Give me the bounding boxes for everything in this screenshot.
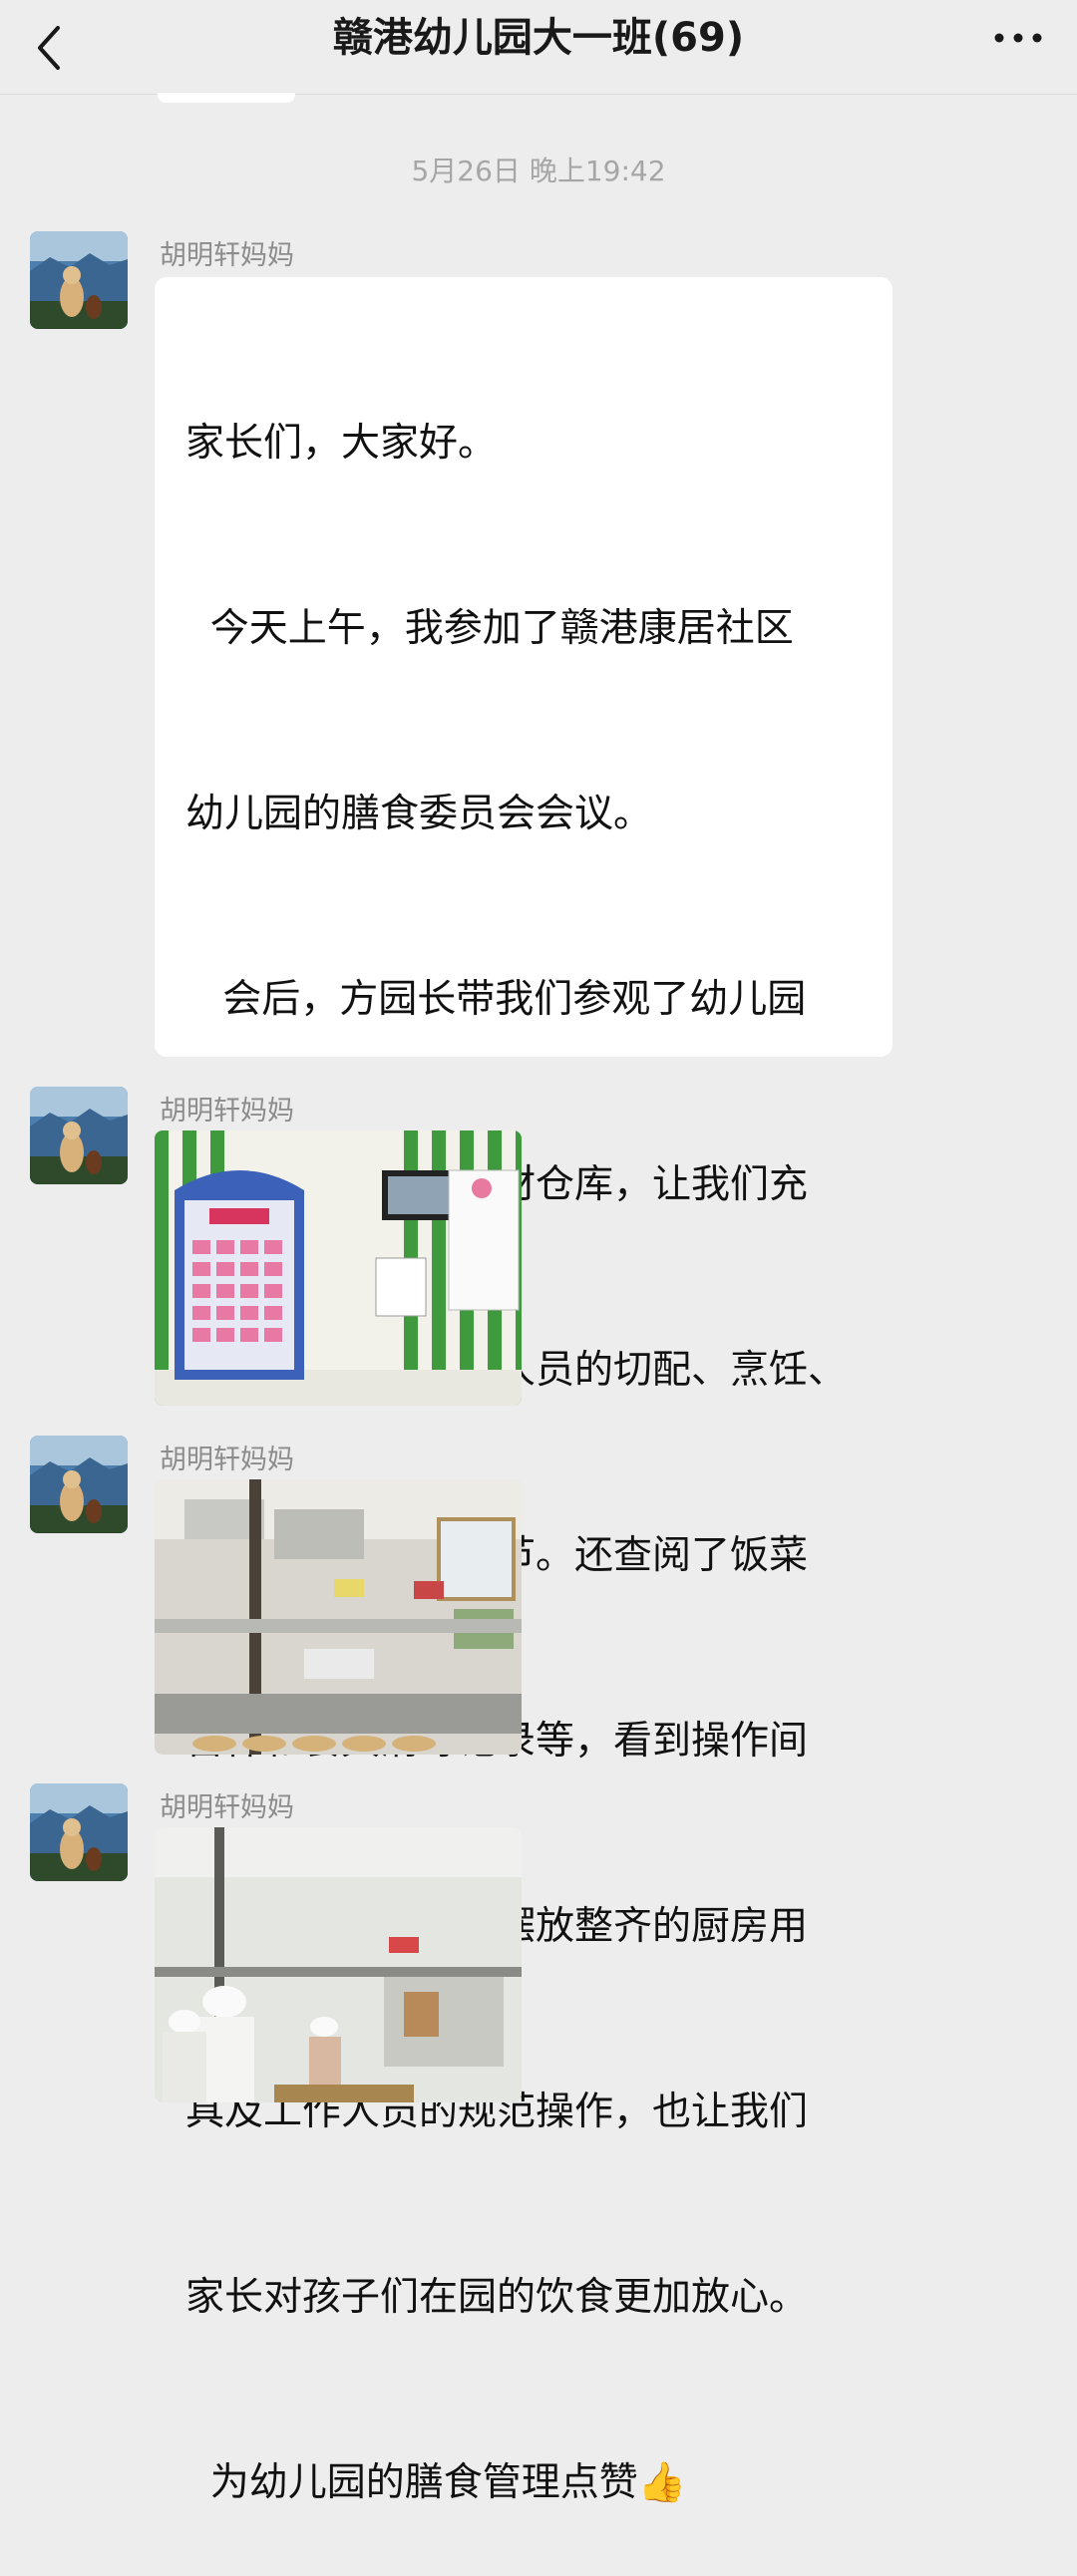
message-line: 幼儿园的膳食委员会会议。 bbox=[185, 792, 653, 836]
more-dots-icon bbox=[994, 33, 1042, 43]
kitchen-counter-photo bbox=[155, 1479, 522, 1755]
avatar[interactable] bbox=[30, 1436, 128, 1533]
message-timestamp: 5月26日 晚上19:42 bbox=[411, 155, 666, 187]
avatar-image bbox=[30, 1783, 128, 1881]
sender-name: 胡明轩妈妈 bbox=[160, 240, 294, 271]
message-line: 今天上午，我参加了赣港康居社区 bbox=[185, 606, 794, 651]
chat-title: 赣港幼儿园大一班(69) bbox=[332, 15, 745, 61]
kitchen-staff-photo bbox=[155, 1827, 522, 2102]
message-line: 家长对孩子们在园的饮食更加放心。 bbox=[185, 2275, 809, 2320]
avatar-image bbox=[30, 1436, 128, 1533]
chat-header: 赣港幼儿园大一班(69) bbox=[0, 0, 1077, 95]
message-line: 会后，方园长带我们参观了幼儿园 bbox=[185, 977, 807, 1022]
message-line: 为幼儿园的膳食管理点赞👍 bbox=[185, 2460, 687, 2505]
image-message[interactable] bbox=[155, 1130, 522, 1406]
avatar[interactable] bbox=[30, 231, 128, 329]
avatar-image bbox=[30, 231, 128, 329]
message-line: 家长们，大家好。 bbox=[185, 421, 498, 466]
sender-name: 胡明轩妈妈 bbox=[160, 1096, 294, 1127]
avatar[interactable] bbox=[30, 1087, 128, 1184]
avatar[interactable] bbox=[30, 1783, 128, 1881]
kitchen-menu-board-photo bbox=[155, 1130, 522, 1406]
avatar-image bbox=[30, 1087, 128, 1184]
sender-name: 胡明轩妈妈 bbox=[160, 1792, 294, 1823]
sender-name: 胡明轩妈妈 bbox=[160, 1445, 294, 1475]
image-message[interactable] bbox=[155, 1827, 522, 2102]
previous-message-bubble bbox=[158, 93, 295, 103]
more-button[interactable] bbox=[987, 18, 1051, 74]
image-message[interactable] bbox=[155, 1479, 522, 1755]
message-text: 家长们，大家好。 今天上午，我参加了赣港康居社区 幼儿园的膳食委员会会议。 会后… bbox=[185, 289, 884, 2576]
